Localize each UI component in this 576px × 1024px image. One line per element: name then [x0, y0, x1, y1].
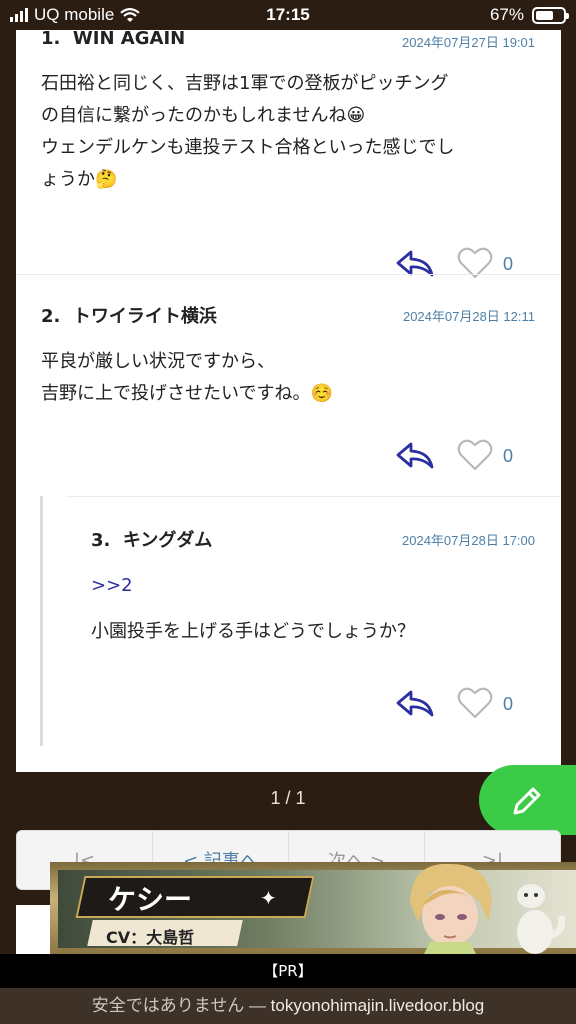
status-right: 67%	[489, 5, 569, 25]
comment-author-name: WIN AGAIN	[72, 30, 186, 49]
comment-text: 平良が厳しい状況ですから、 吉野に上で投げさせたいですね。☺️	[41, 351, 333, 404]
ad-banner[interactable]: ケシー ✦ CV：大島哲	[50, 862, 576, 954]
comment-body: 平良が厳しい状況ですから、 吉野に上で投げさせたいですね。☺️	[41, 346, 535, 410]
battery-fill	[536, 10, 554, 20]
security-warning: 安全ではありません —	[91, 996, 271, 1015]
comment-date: 2024年07月27日 19:01	[402, 35, 535, 50]
comment-body: >>2 小園投手を上げる手はどうでしょうか？	[91, 570, 535, 648]
comment-divider	[66, 496, 561, 497]
character-illustration	[410, 863, 492, 954]
battery-icon	[532, 6, 569, 24]
comment-actions: 0	[395, 246, 535, 286]
comment-list: 1. WIN AGAIN 2024年07月27日 19:01 石田裕と同じく、吉…	[16, 30, 561, 772]
reply-anchor-link[interactable]: >>2	[91, 570, 535, 602]
comment-header: 1. WIN AGAIN 2024年07月27日 19:01	[41, 30, 535, 54]
reply-icon[interactable]	[395, 248, 435, 280]
ad-character-name: ケシー	[108, 883, 193, 916]
comment-number: 1.	[41, 30, 61, 49]
comment-2: 2. トワイライト横浜 2024年07月28日 12:11 平良が厳しい状況です…	[41, 302, 535, 482]
comment-date: 2024年07月28日 12:11	[402, 309, 535, 324]
comment-author-name: キングダム	[122, 530, 213, 551]
comment-number: 3.	[91, 530, 111, 551]
heart-icon[interactable]	[457, 438, 493, 472]
comment-actions: 0	[395, 438, 535, 478]
like-count: 0	[503, 694, 514, 714]
reply-icon[interactable]	[395, 688, 435, 720]
comment-author[interactable]: 3. キングダム	[91, 526, 212, 552]
comment-date: 2024年07月28日 17:00	[402, 533, 535, 548]
reply-thread-line	[40, 496, 43, 746]
comment-text: 石田裕と同じく、吉野は1軍での登板がピッチング の自信に繋がったのかもしれません…	[41, 73, 455, 190]
battery-percent: 67%	[489, 5, 524, 24]
ad-voice-actor: CV：大島哲	[106, 928, 195, 947]
comment-text: 小園投手を上げる手はどうでしょうか？	[91, 621, 415, 642]
status-bar: UQ mobile 17:15 67%	[0, 0, 576, 30]
comment-header: 3. キングダム 2024年07月28日 17:00	[91, 526, 535, 552]
reply-icon[interactable]	[395, 440, 435, 472]
like-count: 0	[503, 254, 514, 274]
comment-3: 3. キングダム 2024年07月28日 17:00 >>2 小園投手を上げる手…	[91, 526, 535, 736]
comment-author-name: トワイライト横浜	[72, 306, 217, 327]
pencil-icon	[513, 787, 541, 815]
comment-number: 2.	[41, 306, 61, 327]
browser-url-bar[interactable]: 安全ではありません — tokyonohimajin.livedoor.blog	[0, 988, 576, 1024]
sparkle-icon: ✦	[260, 886, 277, 910]
write-comment-button[interactable]	[479, 765, 576, 835]
comment-1: 1. WIN AGAIN 2024年07月27日 19:01 石田裕と同じく、吉…	[41, 30, 535, 279]
url-host: tokyonohimajin.livedoor.blog	[270, 996, 485, 1015]
comment-author[interactable]: 2. トワイライト横浜	[41, 302, 217, 328]
comment-header: 2. トワイライト横浜 2024年07月28日 12:11	[41, 302, 535, 328]
ad-pr-label: 【PR】	[0, 954, 576, 988]
comment-divider	[16, 274, 561, 275]
comment-author[interactable]: 1. WIN AGAIN	[41, 30, 185, 49]
like-count: 0	[503, 446, 514, 466]
comment-actions: 0	[395, 686, 535, 726]
heart-icon[interactable]	[457, 686, 493, 720]
comment-body: 石田裕と同じく、吉野は1軍での登板がピッチング の自信に繋がったのかもしれません…	[41, 68, 535, 196]
ferret-illustration	[517, 884, 565, 954]
